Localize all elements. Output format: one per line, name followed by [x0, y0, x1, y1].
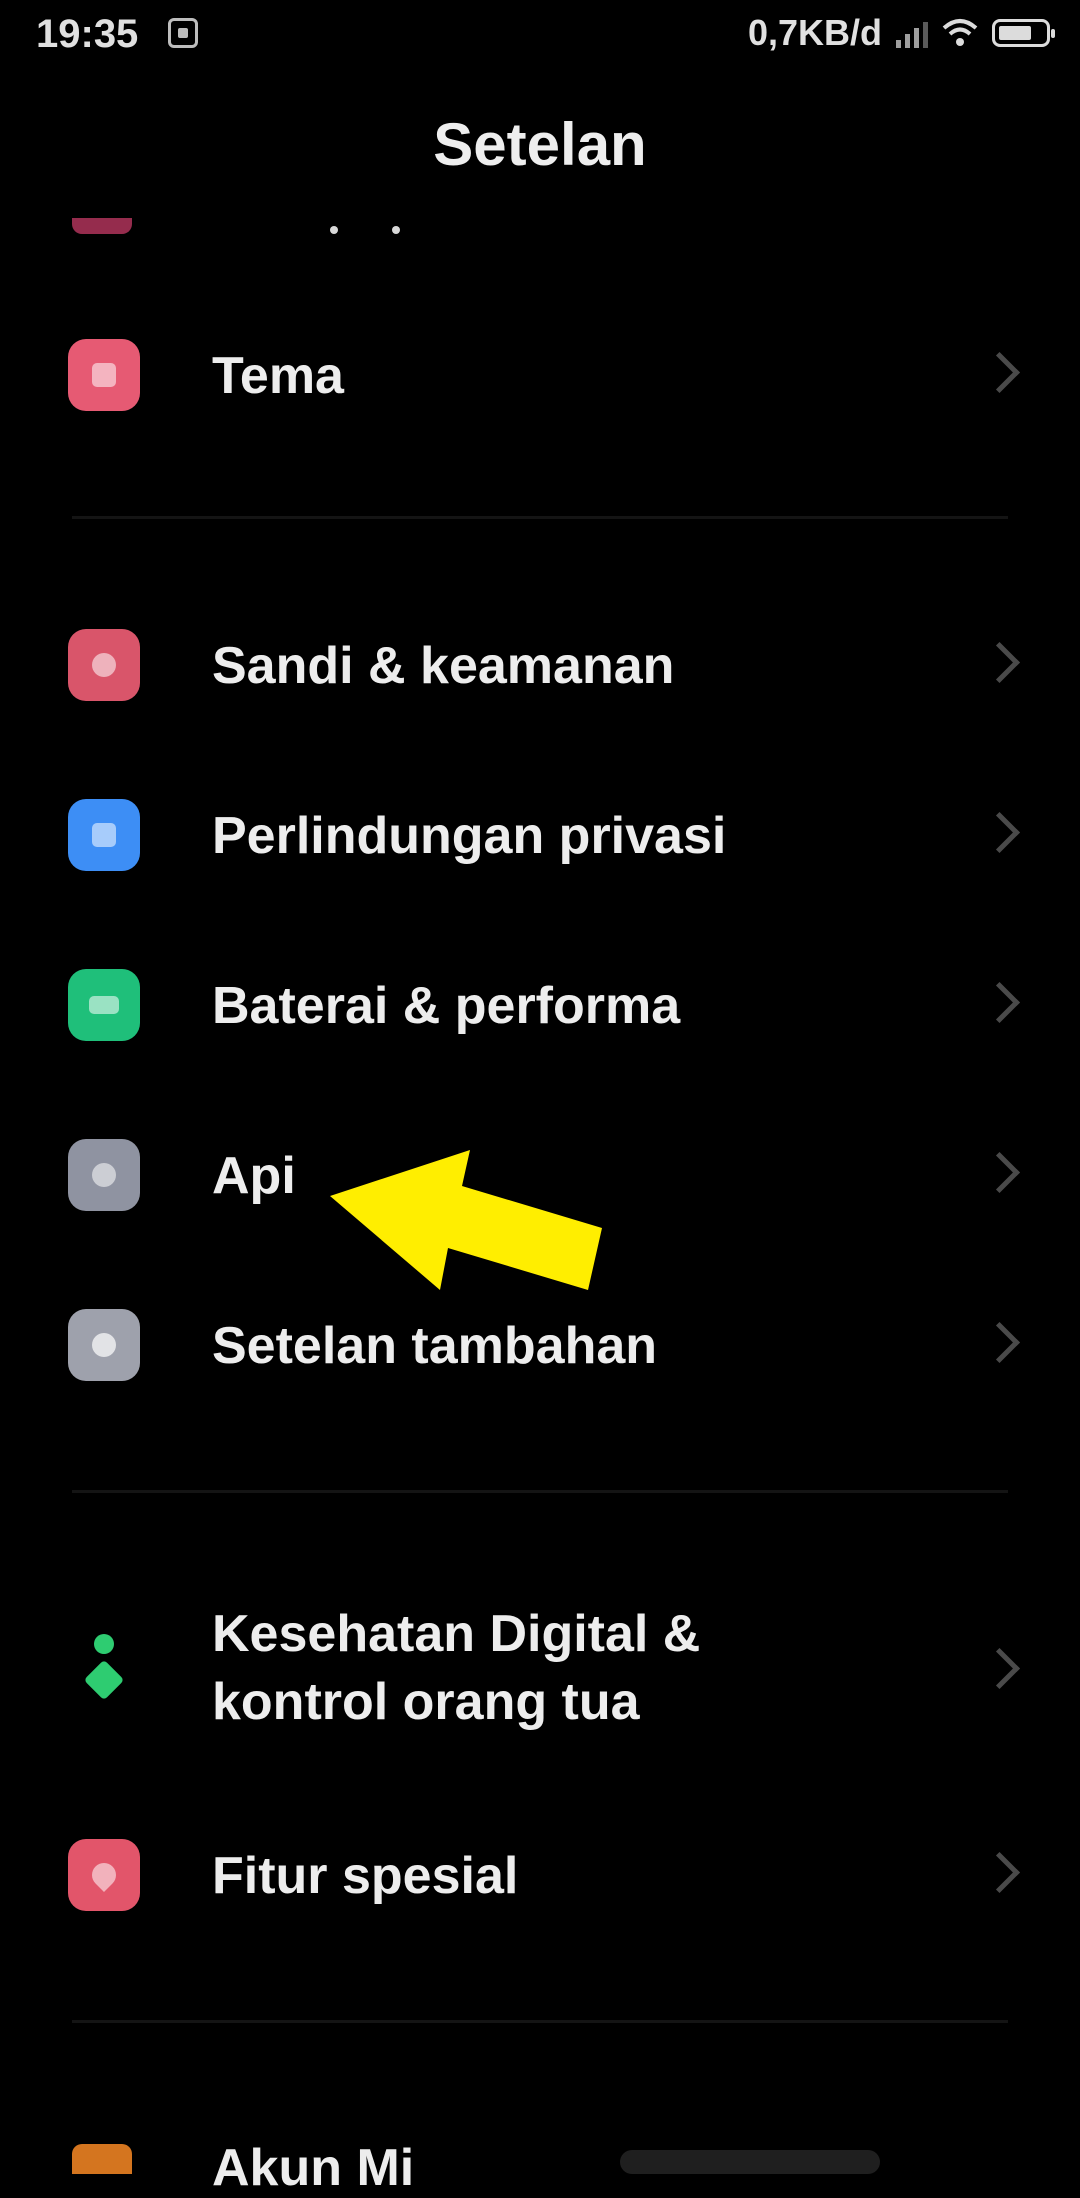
settings-item-label: Api — [212, 1147, 296, 1205]
previous-item-fragment — [392, 226, 400, 234]
chevron-right-icon — [978, 1851, 1021, 1894]
settings-item-sandi-keamanan[interactable]: Sandi & keamanan — [0, 590, 1080, 740]
battery-icon — [992, 19, 1055, 47]
more-settings-icon — [68, 1309, 140, 1381]
settings-item-label: Sandi & keamanan — [212, 637, 675, 695]
privacy-shield-icon — [68, 799, 140, 871]
settings-item-baterai-performa[interactable]: Baterai & performa — [0, 930, 1080, 1080]
previous-item-fragment — [330, 226, 338, 234]
digital-wellbeing-icon — [80, 1634, 128, 1706]
network-speed: 0,7KB/d — [747, 12, 882, 53]
page-title: Setelan — [433, 111, 647, 178]
special-features-icon — [68, 1839, 140, 1911]
settings-item-label: Kesehatan Digital & kontrol orang tua — [212, 1605, 701, 1731]
chevron-right-icon — [978, 1647, 1021, 1690]
previous-item-icon — [72, 218, 132, 234]
wifi-icon — [942, 19, 978, 46]
settings-item-perlindungan-privasi[interactable]: Perlindungan privasi — [0, 760, 1080, 910]
mi-account-icon — [72, 2144, 132, 2174]
battery-performance-icon — [68, 969, 140, 1041]
section-divider — [72, 2020, 1008, 2023]
chevron-right-icon — [978, 811, 1021, 854]
settings-item-label: Baterai & performa — [212, 977, 681, 1035]
lock-icon — [68, 629, 140, 701]
status-time: 19:35 — [36, 12, 139, 56]
settings-item-label: Akun Mi — [212, 2139, 415, 2197]
signal-icon — [896, 18, 928, 48]
settings-item-label: Tema — [212, 347, 344, 405]
section-divider — [72, 1490, 1008, 1493]
chevron-right-icon — [978, 351, 1021, 394]
settings-item-label: Perlindungan privasi — [212, 807, 727, 865]
status-bar: 19:35 0,7KB/d — [0, 0, 1080, 70]
chevron-right-icon — [978, 981, 1021, 1024]
section-divider — [72, 516, 1008, 519]
chevron-right-icon — [978, 1321, 1021, 1364]
apps-icon — [68, 1139, 140, 1211]
settings-item-tema[interactable]: Tema — [0, 300, 1080, 450]
chevron-right-icon — [978, 1151, 1021, 1194]
settings-item-fitur-spesial[interactable]: Fitur spesial — [0, 1800, 1080, 1950]
settings-item-kesehatan-digital[interactable]: Kesehatan Digital & kontrol orang tua — [0, 1560, 1080, 1780]
chevron-right-icon — [978, 641, 1021, 684]
theme-icon — [68, 339, 140, 411]
account-value — [620, 2150, 880, 2174]
arrow-pointer-icon — [330, 1150, 602, 1290]
settings-item-label: Fitur spesial — [212, 1847, 519, 1905]
notification-icon — [168, 18, 198, 48]
status-indicators: 0,7KB/d — [747, 12, 1055, 54]
settings-item-akun-mi[interactable]: Akun Mi — [0, 2100, 1080, 2197]
